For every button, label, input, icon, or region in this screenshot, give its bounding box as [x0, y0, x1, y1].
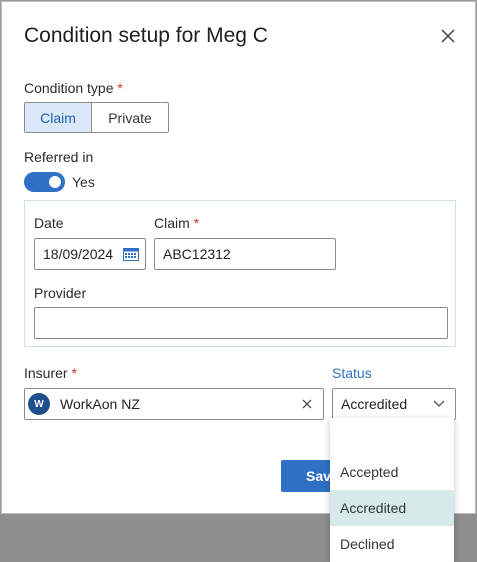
calendar-icon[interactable]: [123, 247, 139, 261]
insurer-value: WorkAon NZ: [60, 396, 140, 412]
referred-in-toggle[interactable]: [24, 172, 65, 192]
date-value: 18/09/2024: [43, 246, 114, 262]
condition-type-claim[interactable]: Claim: [25, 103, 92, 132]
status-option-accepted[interactable]: Accepted: [330, 454, 454, 490]
provider-label: Provider: [34, 285, 87, 301]
dialog-title: Condition setup for Meg C: [24, 24, 268, 47]
status-dropdown-menu: Accepted Accredited Declined: [330, 418, 454, 562]
status-option-accredited[interactable]: Accredited: [330, 490, 454, 526]
provider-input[interactable]: [34, 307, 448, 339]
clear-icon[interactable]: [301, 398, 313, 410]
insurer-avatar: W: [28, 393, 50, 415]
status-option-declined[interactable]: Declined: [330, 526, 454, 562]
chevron-down-icon: [433, 400, 445, 407]
toggle-knob: [49, 176, 61, 188]
status-label: Status: [332, 365, 372, 381]
status-value: Accredited: [341, 396, 408, 412]
referred-in-label: Referred in: [24, 149, 94, 165]
insurer-label: Insurer *: [24, 365, 77, 381]
close-icon[interactable]: [438, 26, 458, 46]
referred-in-toggle-text: Yes: [72, 174, 95, 190]
condition-type-segmented: Claim Private: [24, 102, 169, 133]
insurer-select[interactable]: W WorkAon NZ: [24, 388, 324, 420]
date-label: Date: [34, 215, 64, 231]
condition-type-private[interactable]: Private: [92, 103, 168, 132]
claim-value: ABC12312: [163, 246, 231, 262]
status-select[interactable]: Accredited: [332, 388, 456, 420]
claim-label: Claim *: [154, 215, 200, 231]
date-field[interactable]: 18/09/2024: [34, 238, 146, 270]
claim-input[interactable]: ABC12312: [154, 238, 336, 270]
condition-type-label: Condition type *: [24, 80, 123, 96]
referral-details-panel: Date 18/09/2024 Claim * ABC12312 Provide…: [24, 200, 456, 347]
